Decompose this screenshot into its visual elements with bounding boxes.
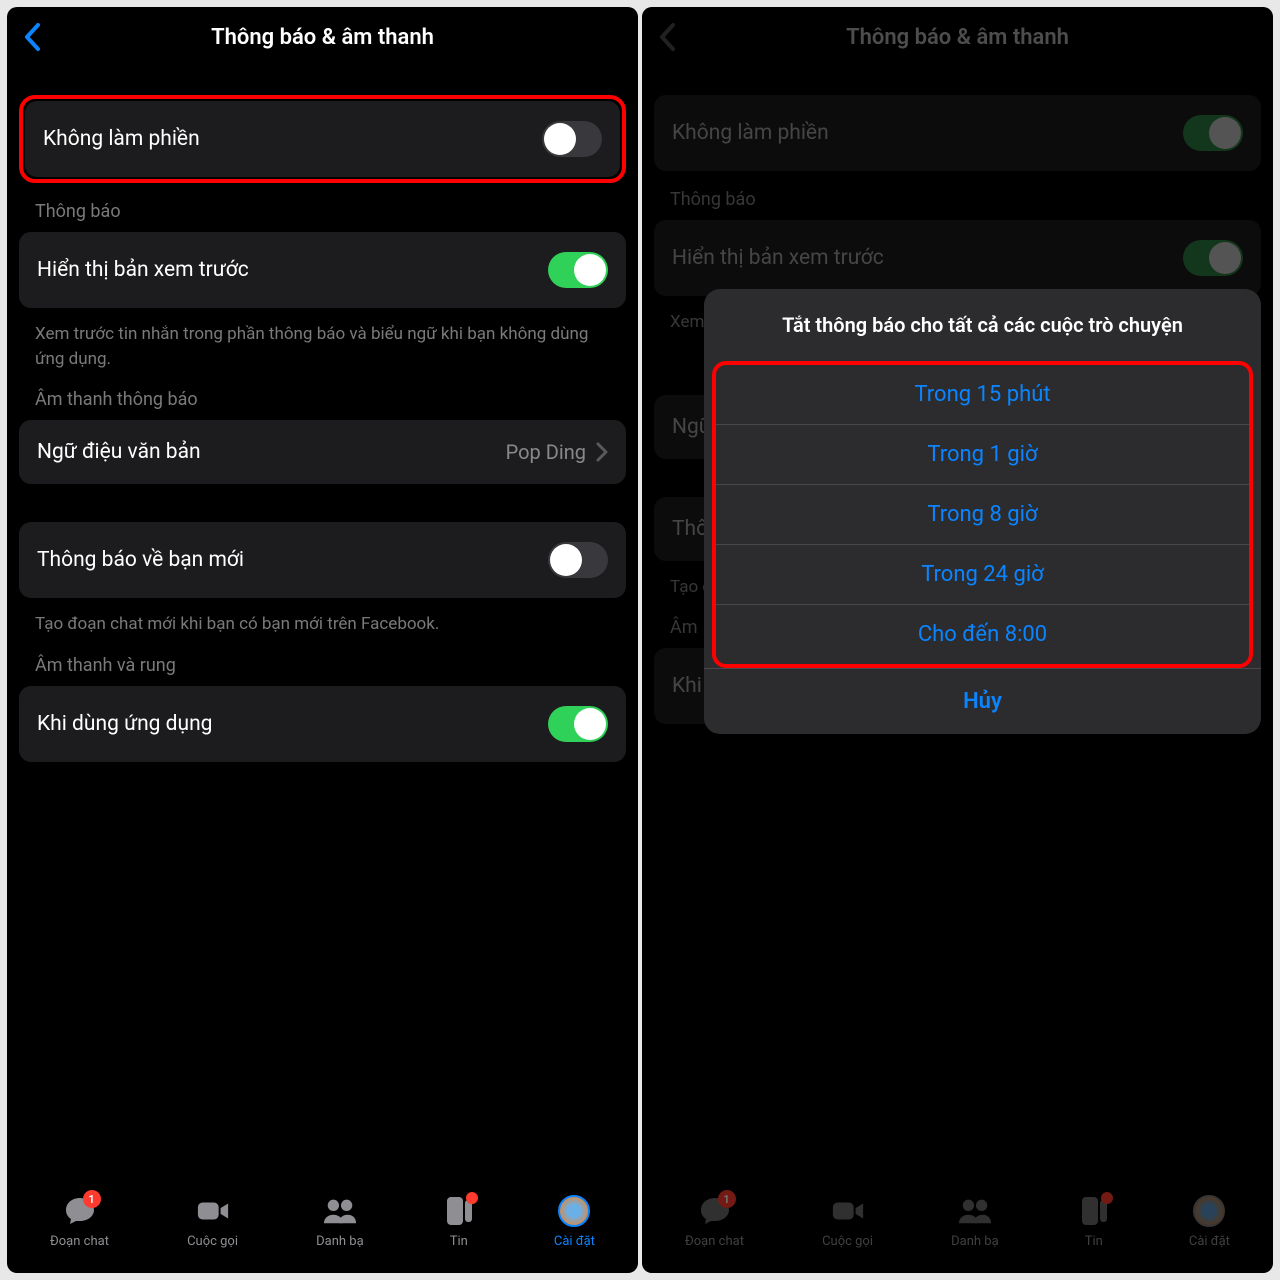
- option-1-hour[interactable]: Trong 1 giờ: [716, 424, 1249, 484]
- row-label: Hiển thị bản xem trước: [37, 258, 249, 282]
- row-label: Ngữ điệu văn bản: [37, 440, 201, 464]
- row-new-friend-notification[interactable]: Thông báo về bạn mới: [19, 522, 626, 598]
- row-do-not-disturb[interactable]: Không làm phiền: [25, 101, 620, 177]
- row-label: Khi dùng ứng dụng: [37, 712, 212, 736]
- row-in-app[interactable]: Khi dùng ứng dụng: [19, 686, 626, 762]
- section-sound-vibration: Âm thanh và rung: [19, 637, 626, 686]
- stories-icon: [442, 1194, 476, 1228]
- row-label: Thông báo về bạn mới: [37, 548, 244, 572]
- cancel-button[interactable]: Hủy: [704, 668, 1261, 734]
- toggle-new-friend[interactable]: [548, 542, 608, 578]
- tab-label: Cuộc gọi: [187, 1234, 238, 1249]
- highlight-options: Trong 15 phút Trong 1 giờ Trong 8 giờ Tr…: [712, 361, 1253, 668]
- row-label: Không làm phiền: [43, 127, 200, 151]
- row-preview[interactable]: Hiển thị bản xem trước: [19, 232, 626, 308]
- section-notification-sound: Âm thanh thông báo: [19, 371, 626, 420]
- notification-dot-icon: [466, 1192, 478, 1204]
- page-title: Thông báo & âm thanh: [211, 25, 434, 50]
- tab-label: Tin: [450, 1234, 468, 1249]
- option-24-hours[interactable]: Trong 24 giờ: [716, 544, 1249, 604]
- highlight-dnd: Không làm phiền: [19, 95, 626, 183]
- toggle-in-app[interactable]: [548, 706, 608, 742]
- tab-bar: 1 Đoạn chat Cuộc gọi Danh bạ Tin: [7, 1178, 638, 1273]
- tab-calls[interactable]: Cuộc gọi: [187, 1194, 238, 1249]
- option-8-hours[interactable]: Trong 8 giờ: [716, 484, 1249, 544]
- video-camera-icon: [196, 1194, 230, 1228]
- row-value: Pop Ding: [506, 440, 586, 464]
- phone-left: Thông báo & âm thanh Không làm phiền Thô…: [7, 7, 638, 1273]
- toggle-dnd[interactable]: [542, 121, 602, 157]
- tab-settings[interactable]: Cài đặt: [554, 1194, 595, 1249]
- new-friend-description: Tạo đoạn chat mới khi bạn có bạn mới trê…: [19, 598, 626, 637]
- tab-chats[interactable]: 1 Đoạn chat: [50, 1194, 109, 1249]
- tab-label: Danh bạ: [316, 1234, 364, 1249]
- tab-people[interactable]: Danh bạ: [316, 1194, 364, 1249]
- chat-bubble-icon: 1: [63, 1194, 97, 1228]
- tab-stories[interactable]: Tin: [442, 1194, 476, 1249]
- option-15-minutes[interactable]: Trong 15 phút: [716, 365, 1249, 424]
- sheet-title: Tắt thông báo cho tất cả các cuộc trò ch…: [704, 289, 1261, 361]
- header: Thông báo & âm thanh: [7, 7, 638, 67]
- tab-label: Cài đặt: [554, 1234, 595, 1249]
- row-text-tone[interactable]: Ngữ điệu văn bản Pop Ding: [19, 420, 626, 484]
- tab-label: Đoạn chat: [50, 1234, 109, 1249]
- avatar-icon: [557, 1194, 591, 1228]
- toggle-preview[interactable]: [548, 252, 608, 288]
- preview-description: Xem trước tin nhắn trong phần thông báo …: [19, 308, 626, 371]
- badge-count: 1: [83, 1190, 101, 1208]
- action-sheet: Tắt thông báo cho tất cả các cuộc trò ch…: [704, 289, 1261, 734]
- chevron-right-icon: [596, 442, 608, 462]
- section-notifications: Thông báo: [19, 183, 626, 232]
- settings-content: Không làm phiền Thông báo Hiển thị bản x…: [7, 67, 638, 1178]
- back-icon[interactable]: [23, 22, 41, 52]
- phone-right: Thông báo & âm thanh Không làm phiền Thô…: [642, 7, 1273, 1273]
- people-icon: [323, 1194, 357, 1228]
- option-until-8[interactable]: Cho đến 8:00: [716, 604, 1249, 664]
